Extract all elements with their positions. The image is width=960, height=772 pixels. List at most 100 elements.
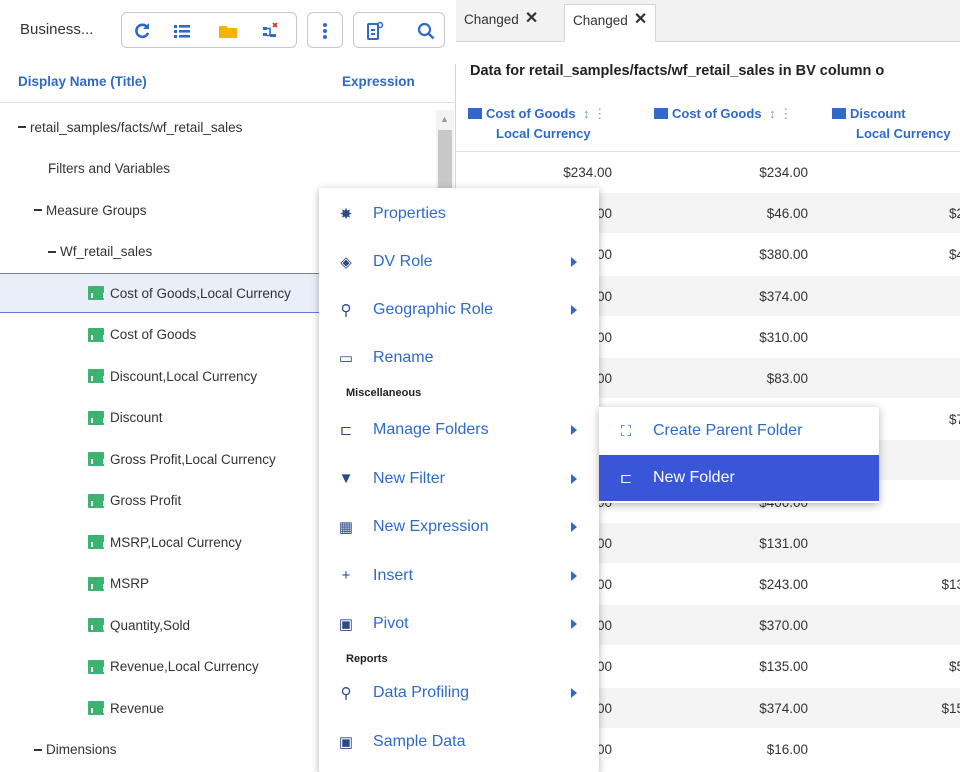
rename-icon: ▭ [338, 350, 354, 367]
menu-item-pivot[interactable]: ▣ Pivot [319, 602, 599, 646]
column-header-display-name[interactable]: Display Name (Title) [18, 74, 147, 89]
menu-item-properties[interactable]: ✸ Properties [319, 192, 599, 236]
close-icon[interactable]: ✕ [525, 11, 538, 27]
collapse-icon[interactable] [48, 250, 56, 253]
gear-icon: ✸ [339, 206, 353, 223]
menu-item-new-expression[interactable]: ▦ New Expression [319, 505, 599, 549]
menu-item-label: Insert [373, 566, 414, 584]
tree-item[interactable]: retail_samples/facts/wf_retail_sales [0, 107, 436, 147]
tree-item-label: Wf_retail_sales [60, 244, 153, 259]
column-header-expression[interactable]: Expression [342, 74, 415, 89]
submenu-item-label: New Folder [653, 469, 735, 486]
menu-item-rename[interactable]: ▭ Rename [319, 336, 599, 380]
grid-column-header[interactable]: Discount Local Currency [832, 104, 951, 144]
menu-item-data-profiling[interactable]: ⚲ Data Profiling [319, 671, 599, 715]
refresh-icon[interactable] [130, 19, 154, 43]
measure-icon [88, 701, 105, 715]
submenu-arrow-icon [571, 473, 577, 484]
collapse-icon[interactable] [34, 748, 42, 751]
tree-item-label: Cost of Goods [110, 327, 197, 342]
more-vertical-icon[interactable] [313, 19, 337, 43]
scrollbar-thumb[interactable] [438, 130, 452, 188]
grid-header: Cost of Goods ↕ ⋮ Local Currency Cost of… [456, 94, 960, 152]
calculator-icon: ▦ [338, 519, 354, 536]
table-cell: $243.00 [759, 577, 808, 592]
table-cell: $370.00 [759, 618, 808, 634]
tab-bar: Changed ✕ Changed ✕ [456, 0, 960, 42]
collapse-icon[interactable] [18, 126, 26, 128]
tab-changed-1[interactable]: Changed ✕ [456, 4, 546, 42]
sort-icon[interactable]: ↕ ⋮ [583, 106, 606, 121]
table-cell: $4 [948, 247, 960, 263]
folder-open-icon: ⊏ [619, 470, 633, 487]
measure-icon [468, 108, 482, 119]
measure-icon [832, 108, 846, 119]
tree-item-label: Filters and Variables [48, 161, 171, 176]
table-cell: $15 [941, 700, 960, 716]
tab-changed-2[interactable]: Changed ✕ [564, 4, 657, 42]
measure-icon [88, 327, 105, 342]
submenu-arrow-icon [571, 522, 577, 532]
document-settings-icon[interactable] [362, 19, 386, 43]
submenu-arrow-icon [571, 305, 577, 315]
tree-item[interactable]: Filters and Variables [0, 149, 436, 189]
submenu-item-create-parent-folder[interactable]: ⛶ Create Parent Folder [599, 408, 879, 454]
menu-item-geographic-role[interactable]: ⚲ Geographic Role [319, 288, 599, 332]
measure-icon [88, 410, 105, 425]
measure-icon [88, 576, 105, 591]
submenu-arrow-icon [571, 257, 577, 267]
table-cell: $234.00 [759, 165, 808, 180]
table-cell: $135.00 [759, 659, 808, 675]
folder-icon[interactable] [216, 19, 240, 43]
table-cell: $16.00 [766, 741, 808, 757]
tree-item-label: Discount [110, 410, 163, 425]
menu-item-sample-data[interactable]: ▣ Sample Data [319, 720, 599, 764]
menu-item-manage-folders[interactable]: ⊏ Manage Folders [319, 408, 599, 452]
tree-item-label: MSRP,Local Currency [110, 534, 242, 550]
section-header-miscellaneous: Miscellaneous [319, 387, 599, 401]
tree-item-label: Cost of Goods,Local Currency [110, 285, 291, 301]
tab-label: Changed [573, 13, 628, 28]
scroll-up-arrow-icon[interactable]: ▲ [440, 114, 449, 124]
close-icon[interactable]: ✕ [634, 12, 647, 28]
grid-column-header[interactable]: Cost of Goods ↕ ⋮ [654, 104, 792, 124]
sample-icon: ▣ [338, 734, 354, 751]
folder-open-icon: ⊏ [339, 422, 353, 439]
more-options-group [307, 12, 343, 48]
tree-item-label: Dimensions [46, 742, 117, 757]
tree-item-label: Discount,Local Currency [110, 368, 258, 384]
cube-icon: ◈ [340, 254, 352, 271]
submenu-item-label: Create Parent Folder [653, 422, 803, 439]
plus-icon: + [341, 567, 351, 584]
grid-column-header[interactable]: Cost of Goods ↕ ⋮ Local Currency [468, 104, 606, 144]
tree-item-label: Revenue [110, 700, 165, 716]
menu-item-insert[interactable]: + Insert [319, 554, 599, 598]
pivot-icon: ▣ [338, 616, 354, 633]
menu-item-label: Properties [373, 205, 446, 222]
menu-item-dv-role[interactable]: ◈ DV Role [319, 240, 599, 284]
table-cell: $310.00 [759, 329, 808, 345]
sort-icon[interactable]: ↕ ⋮ [769, 106, 792, 121]
search-icon[interactable] [414, 19, 438, 43]
section-header-reports: Reports [319, 653, 599, 667]
table-cell: $13 [941, 577, 960, 592]
map-pin-icon: ⚲ [340, 302, 352, 319]
submenu-arrow-icon [571, 570, 577, 581]
submenu-item-new-folder[interactable]: ⊏ New Folder [599, 455, 879, 501]
menu-item-new-filter[interactable]: ▼ New Filter [319, 457, 599, 501]
tree-item-label: MSRP [110, 576, 150, 591]
map-icon: ⛶ [620, 422, 632, 440]
table-cell: $374.00 [759, 288, 808, 304]
hierarchy-icon[interactable] [258, 19, 282, 43]
table-cell: $131.00 [759, 535, 808, 551]
preview-title: Data for retail_samples/facts/wf_retail_… [470, 63, 885, 79]
list-icon[interactable] [170, 19, 194, 43]
menu-item-label: Pivot [373, 615, 409, 632]
collapse-icon[interactable] [34, 209, 42, 211]
measure-icon [88, 535, 105, 549]
tree-item-label: Gross Profit [110, 493, 182, 508]
menu-item-label: Manage Folders [373, 421, 489, 438]
table-row[interactable]: $234.00 $234.00 [456, 152, 960, 192]
panel-title[interactable]: Business... [20, 21, 93, 38]
measure-icon [654, 108, 668, 119]
